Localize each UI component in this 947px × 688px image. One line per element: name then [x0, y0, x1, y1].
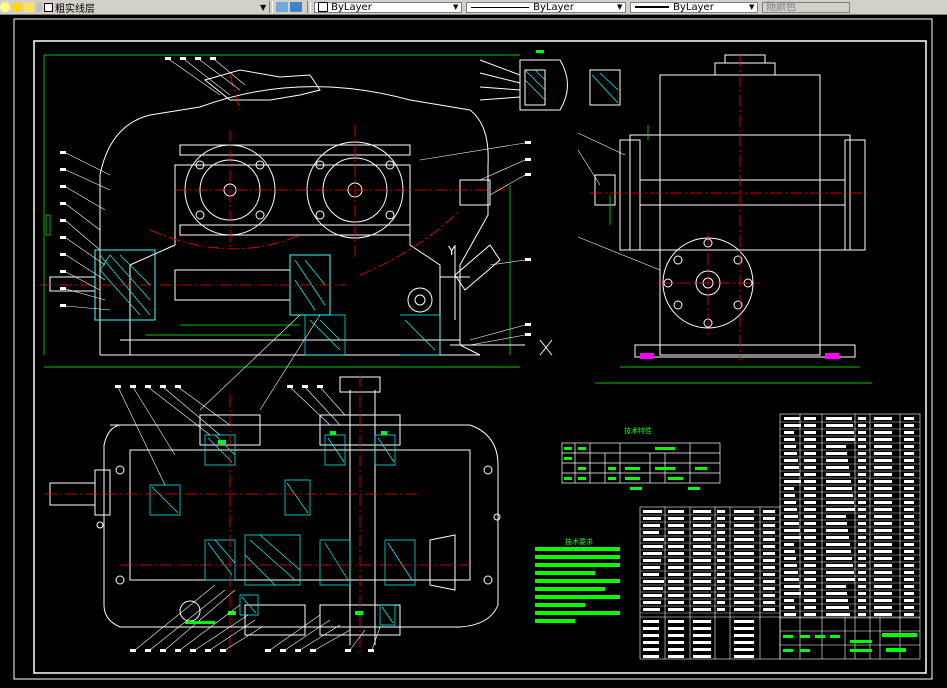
side-view-bolts [640, 353, 839, 359]
top-view-green-parts [218, 431, 387, 615]
title-block-green-text [783, 633, 917, 652]
part-leaders-top-view [117, 386, 381, 651]
side-view-centerlines [590, 55, 870, 360]
layer-name: 粗实线层 [55, 3, 95, 15]
linetype-control[interactable]: ByLayer ▼ [466, 1, 627, 13]
detail-label-top [536, 50, 544, 53]
make-layer-current-icon[interactable] [276, 2, 289, 12]
axis-y-label: Y [447, 244, 456, 258]
cad-drawing: Y 技术特性 技术要求 [13, 18, 933, 680]
tech-requirements-lines [535, 547, 620, 623]
detail-view-top-hatching [524, 69, 619, 104]
chevron-down-icon[interactable]: ▼ [451, 3, 460, 12]
chevron-down-icon[interactable]: ▼ [615, 3, 624, 12]
tech-requirements-title: 技术要求 [565, 537, 593, 546]
top-view [49, 376, 501, 645]
lineweight-value: ByLayer [673, 1, 714, 13]
model-space-canvas[interactable]: Y 技术特性 技术要求 [0, 15, 947, 684]
lineweight-control[interactable]: ByLayer ▼ [630, 1, 759, 13]
sun-icon [24, 2, 34, 12]
linetype-preview [471, 6, 530, 8]
plotstyle-control[interactable]: 随颜色 [762, 1, 851, 13]
layer-control[interactable]: 粗实线层 ▼ [0, 1, 266, 15]
linetype-value: ByLayer [533, 1, 574, 13]
layer-dropdown-arrow[interactable]: ▼ [260, 3, 266, 12]
front-view-centerlines [40, 74, 505, 286]
chevron-down-icon[interactable]: ▼ [747, 3, 756, 12]
front-view-hatching [94, 249, 441, 356]
layer-previous-icon[interactable] [290, 2, 303, 12]
color-value: ByLayer [331, 1, 372, 13]
axis-marks [440, 245, 553, 356]
toolbar-separator [307, 1, 312, 13]
toolbar-separator [269, 1, 274, 13]
top-view-label [185, 621, 215, 624]
lock-icon [36, 2, 42, 12]
lightbulb-icon [12, 2, 22, 12]
color-swatch [318, 2, 329, 12]
detail-view-top [479, 59, 621, 111]
lineweight-preview [635, 6, 670, 8]
tech-table-title: 技术特性 [624, 426, 652, 435]
properties-toolbar: 粗实线层 ▼ ByLayer ▼ ByLayer ▼ ByLayer ▼ 随颜色 [0, 0, 947, 15]
plotstyle-value: 随颜色 [766, 1, 797, 13]
layer-color-swatch [44, 2, 53, 12]
color-control[interactable]: ByLayer ▼ [314, 1, 463, 13]
front-view [49, 69, 501, 356]
side-view-dimensions [595, 125, 872, 384]
layer-state-icon [0, 2, 10, 12]
tech-table-cells [564, 447, 707, 490]
side-view [594, 54, 866, 358]
part-leaders-side [577, 132, 661, 271]
